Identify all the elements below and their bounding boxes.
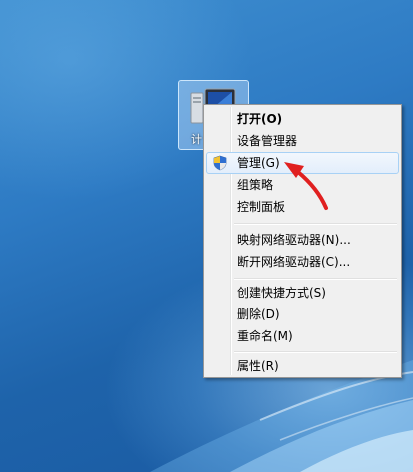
menu-item-label: 断开网络驱动器(C)... — [237, 255, 351, 269]
menu-item-label: 管理(G) — [237, 156, 280, 170]
menu-item-properties[interactable]: 属性(R) — [206, 355, 399, 377]
menu-item-label: 组策略 — [237, 178, 274, 192]
menu-separator — [234, 351, 397, 353]
desktop-icon-label: 计 — [191, 133, 202, 146]
red-arrow-annotation — [284, 162, 328, 210]
menu-item-create-shortcut[interactable]: 创建快捷方式(S) — [206, 282, 399, 304]
menu-item-label: 映射网络驱动器(N)... — [237, 233, 351, 247]
menu-item-label: 创建快捷方式(S) — [237, 286, 326, 300]
menu-item-open[interactable]: 打开(O) — [206, 108, 399, 130]
menu-separator — [234, 223, 397, 225]
menu-item-label: 打开(O) — [237, 112, 283, 126]
menu-separator — [234, 278, 397, 280]
menu-item-label: 删除(D) — [237, 307, 280, 321]
context-menu: 打开(O) 设备管理器 管理(G) 组策略 控制面板 映射网络驱动器(N)...… — [203, 104, 402, 378]
menu-item-device-manager[interactable]: 设备管理器 — [206, 130, 399, 152]
menu-item-label: 重命名(M) — [237, 329, 293, 343]
menu-item-map-network-drive[interactable]: 映射网络驱动器(N)... — [206, 229, 399, 251]
menu-item-delete[interactable]: 删除(D) — [206, 303, 399, 325]
menu-item-label: 控制面板 — [237, 200, 286, 214]
uac-shield-icon — [213, 155, 227, 171]
menu-item-rename[interactable]: 重命名(M) — [206, 325, 399, 347]
menu-item-label: 设备管理器 — [237, 134, 298, 148]
menu-item-label: 属性(R) — [237, 359, 279, 373]
menu-item-disconnect-network-drive[interactable]: 断开网络驱动器(C)... — [206, 251, 399, 273]
